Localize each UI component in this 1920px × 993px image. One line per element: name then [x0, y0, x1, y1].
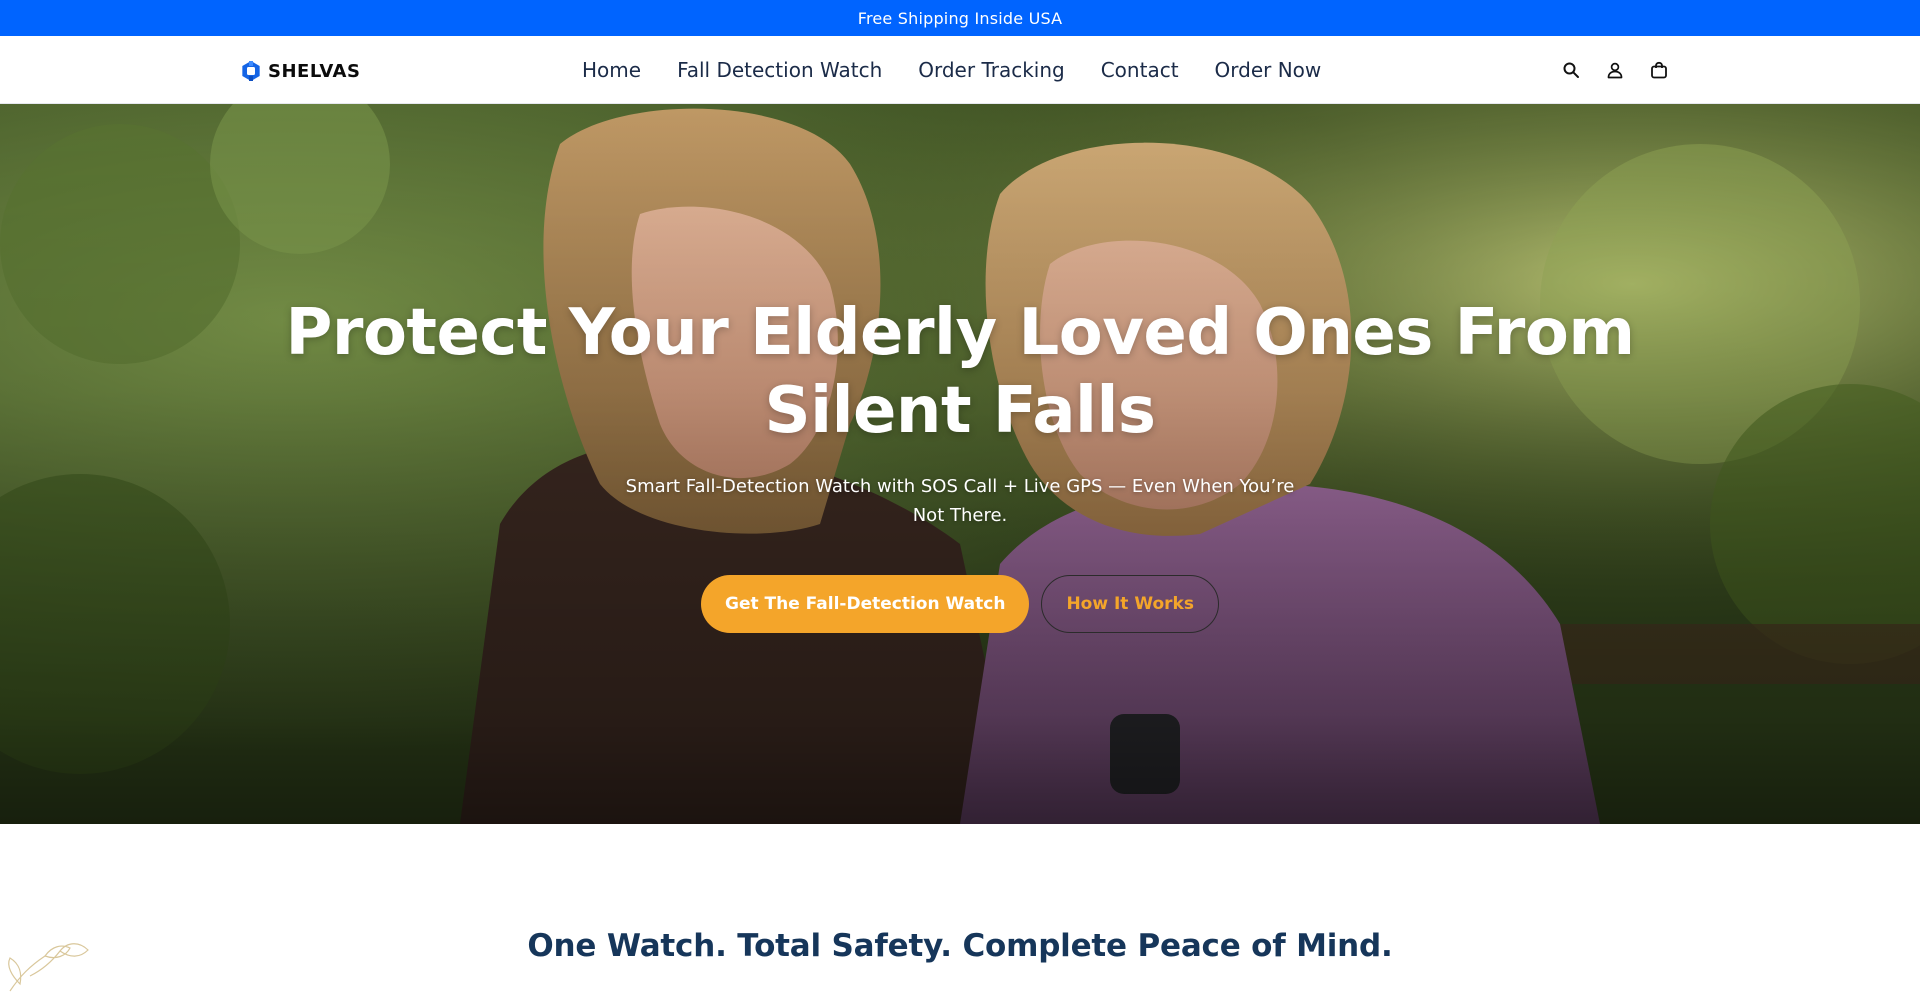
hero-banner: Protect Your Elderly Loved Ones From Sil…: [0, 104, 1920, 824]
logo-mark-icon: [242, 61, 260, 81]
brand-logo[interactable]: SHELVAS: [240, 58, 360, 84]
hero-overlay: [0, 104, 1920, 824]
announcement-bar: Free Shipping Inside USA: [0, 0, 1920, 36]
hero-subtitle: Smart Fall-Detection Watch with SOS Call…: [625, 476, 1295, 526]
cart-icon[interactable]: [1648, 59, 1670, 81]
brand-name: SHELVAS: [268, 60, 361, 82]
announcement-text: Free Shipping Inside USA: [857, 8, 1063, 28]
search-icon[interactable]: [1560, 59, 1582, 81]
site-header: SHELVAS Home Fall Detection Watch Order …: [0, 36, 1920, 104]
get-watch-button[interactable]: Get The Fall-Detection Watch: [701, 575, 1030, 633]
nav-fall-detection-watch[interactable]: Fall Detection Watch: [677, 58, 882, 82]
account-icon[interactable]: [1604, 59, 1626, 81]
hero-title: Protect Your Elderly Loved Ones From Sil…: [285, 296, 1635, 448]
nav-order-now[interactable]: Order Now: [1215, 58, 1322, 82]
section-title: One Watch. Total Safety. Complete Peace …: [527, 928, 1393, 964]
nav-contact[interactable]: Contact: [1101, 58, 1179, 82]
how-it-works-button[interactable]: How It Works: [1041, 575, 1219, 633]
benefits-section: One Watch. Total Safety. Complete Peace …: [0, 824, 1920, 993]
hero-cta-group: Get The Fall-Detection Watch How It Work…: [0, 575, 1920, 633]
header-actions: [1560, 36, 1670, 104]
nav-home[interactable]: Home: [582, 58, 641, 82]
main-nav: Home Fall Detection Watch Order Tracking…: [582, 36, 1321, 104]
nav-order-tracking[interactable]: Order Tracking: [918, 58, 1064, 82]
